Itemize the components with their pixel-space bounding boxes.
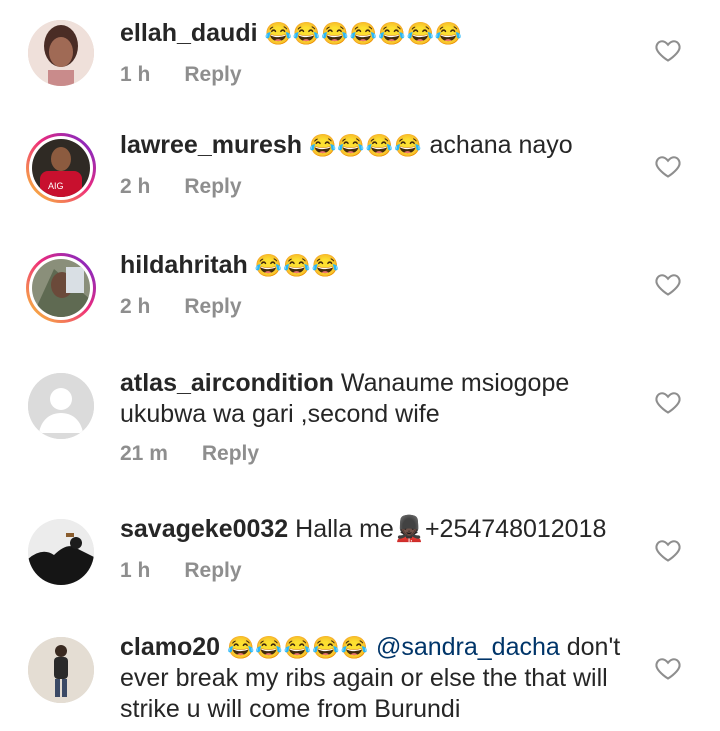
avatar[interactable] [26, 517, 96, 587]
avatar[interactable] [26, 18, 96, 88]
reply-button[interactable]: Reply [184, 175, 241, 199]
emoji-group: 😂😂😂😂😂😂😂 [264, 21, 464, 46]
woman-portrait-icon [28, 20, 94, 86]
comment-body: clamo20 😂😂😂😂😂 @sandra_dacha don't ever b… [120, 632, 640, 725]
reply-button[interactable]: Reply [202, 442, 259, 466]
avatar-ring-inner: AIG [29, 136, 93, 200]
comment-meta: 2 h Reply [120, 295, 640, 319]
avatar-image [28, 637, 94, 703]
avatar[interactable] [26, 371, 96, 441]
comment-text: savageke0032 Halla me💂🏿+254748012018 [120, 514, 640, 545]
default-avatar-icon [28, 373, 94, 439]
emoji-group: 😂😂😂😂😂 [227, 635, 369, 660]
comment-text: atlas_aircondition Wanaume msiogope ukub… [120, 368, 640, 430]
comment-meta: 2 h Reply [120, 175, 640, 199]
comment-text: clamo20 😂😂😂😂😂 @sandra_dacha don't ever b… [120, 632, 640, 725]
heart-icon[interactable] [654, 152, 682, 180]
avatar-image [28, 519, 94, 585]
avatar[interactable] [26, 635, 96, 705]
avatar-image [32, 259, 90, 317]
comment-content: Halla me💂🏿+254748012018 [295, 515, 607, 543]
heart-icon[interactable] [654, 654, 682, 682]
comment-content: achana nayo [429, 131, 573, 159]
man-full-body-photo-icon [28, 637, 94, 703]
reply-button[interactable]: Reply [184, 63, 241, 87]
username[interactable]: ellah_daudi [120, 19, 258, 47]
comment-body: hildahritah 😂😂😂 2 h Reply [120, 250, 640, 319]
comment-text: ellah_daudi 😂😂😂😂😂😂😂 [120, 18, 640, 49]
heart-icon[interactable] [654, 36, 682, 64]
comment-body: ellah_daudi 😂😂😂😂😂😂😂 1 h Reply [120, 18, 640, 87]
emoji-group: 😂😂😂 [254, 253, 340, 278]
timestamp: 2 h [120, 295, 151, 318]
avatar-ring-inner [29, 256, 93, 320]
emoji-group: 😂😂😂😂 [309, 133, 423, 158]
heart-icon[interactable] [654, 388, 682, 416]
username[interactable]: atlas_aircondition [120, 369, 334, 397]
comment-text: hildahritah 😂😂😂 [120, 250, 640, 281]
timestamp: 1 h [120, 559, 151, 582]
username[interactable]: lawree_muresh [120, 131, 302, 159]
comment-meta: 1 h Reply [120, 63, 640, 87]
silhouette-photo-icon [28, 519, 94, 585]
reply-button[interactable]: Reply [184, 295, 241, 319]
avatar[interactable]: AIG [26, 133, 96, 203]
avatar-image [28, 20, 94, 86]
mention-link[interactable]: @sandra_dacha [376, 633, 560, 661]
timestamp: 1 h [120, 63, 151, 86]
avatar-caption: AIG [48, 181, 64, 191]
heart-icon[interactable] [654, 270, 682, 298]
username[interactable]: hildahritah [120, 251, 248, 279]
username[interactable]: savageke0032 [120, 515, 288, 543]
reply-button[interactable]: Reply [184, 559, 241, 583]
comment-meta: 21 m Reply [120, 442, 640, 466]
avatar-image [28, 373, 94, 439]
comment-body: atlas_aircondition Wanaume msiogope ukub… [120, 368, 640, 466]
comment-body: lawree_muresh 😂😂😂😂 achana nayo 2 h Reply [120, 130, 640, 199]
footballer-photo-icon: AIG [32, 139, 90, 197]
comment-meta: 1 h Reply [120, 559, 640, 583]
comment-text: lawree_muresh 😂😂😂😂 achana nayo [120, 130, 640, 161]
heart-icon[interactable] [654, 536, 682, 564]
avatar-image: AIG [32, 139, 90, 197]
timestamp: 2 h [120, 175, 151, 198]
avatar[interactable] [26, 253, 96, 323]
timestamp: 21 m [120, 442, 168, 465]
selfie-photo-icon [32, 259, 90, 317]
username[interactable]: clamo20 [120, 633, 220, 661]
comment-body: savageke0032 Halla me💂🏿+254748012018 1 h… [120, 514, 640, 583]
